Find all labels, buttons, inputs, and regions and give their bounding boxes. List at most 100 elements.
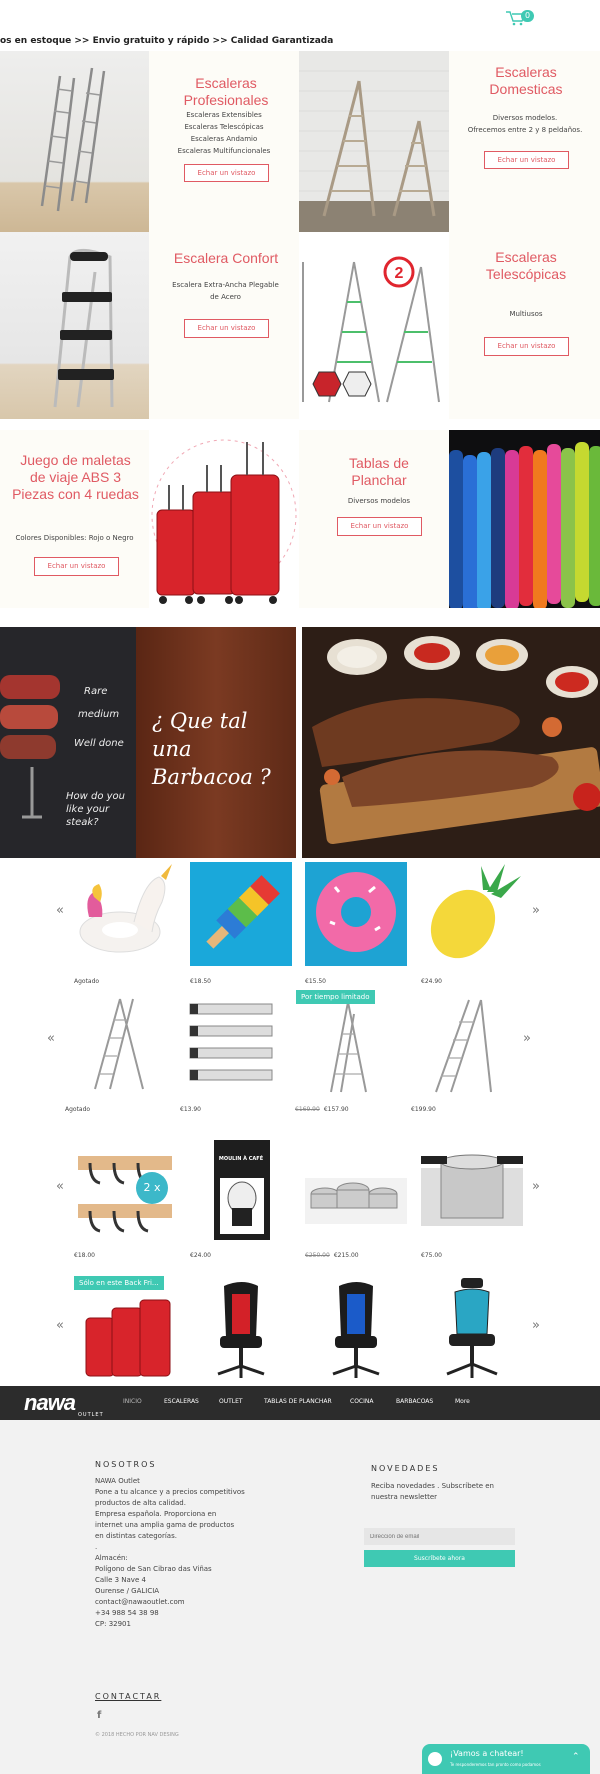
ironing-boards-image [449,430,600,608]
contactar-link[interactable]: CONTACTAR [95,1692,161,1701]
domesticas-button[interactable]: Echar un vistazo [484,151,569,169]
cookware-set-image[interactable] [305,1138,407,1242]
slider3-prev-arrow[interactable]: « [56,1179,64,1194]
page: { "header":{"cart_count":"0","marquee":"… [0,0,600,1774]
subscribe-button[interactable]: Suscríbete ahora [364,1550,515,1567]
nav-inicio[interactable]: INICIO [123,1398,142,1405]
slider2-prev-arrow[interactable]: « [47,1031,55,1046]
telescopicas-button[interactable]: Echar un vistazo [484,337,569,356]
chat-widget[interactable]: ¡Vamos a chatear! Te responderemos tan p… [422,1744,590,1774]
telescopic-ladder-product-image[interactable] [411,994,513,1098]
card-domesticas-title: Escaleras Domesticas [489,64,563,97]
nav-outlet[interactable]: OUTLET [219,1398,243,1405]
coffee-grinder-image[interactable] [190,1138,292,1242]
grilled-meat-image [302,627,600,858]
maletas-button[interactable]: Echar un vistazo [34,557,119,576]
price-label: €199.90 [411,1106,436,1113]
card-profesionales-line: Escaleras Telescópicas [184,123,264,131]
slider2-next-arrow[interactable]: » [523,1031,531,1046]
nosotros-line: Calle 3 Nave 4 [95,1576,146,1584]
copyright: © 2018 HECHO POR NAV DESING [95,1732,179,1738]
pressure-cooker-image[interactable] [421,1138,523,1242]
ladder-parts-image[interactable] [180,994,282,1098]
nosotros-line: en distintas categorías. [95,1532,177,1540]
extension-ladder-image[interactable] [65,994,167,1098]
slider1-next-arrow[interactable]: » [532,903,540,918]
black-friday-badge: Sólo en este Back Fri... [74,1276,164,1290]
popsicle-float-image[interactable] [190,862,292,966]
telescopic-ladder-image: 2 [299,232,449,419]
card-domesticas-line: Ofrecemos entre 2 y 8 peldaños. [467,126,583,134]
nosotros-line: CP: 32901 [95,1620,131,1628]
novedades-heading: NOVEDADES [371,1464,440,1473]
current-price: €157.90 [323,1106,349,1113]
chat-title: ¡Vamos a chatear! [450,1749,524,1758]
card-profesionales-line: Escaleras Extensibles [186,111,262,119]
current-price: €215.00 [333,1252,359,1259]
price-label: €15.50 [305,978,326,985]
novedades-text: nuestra newsletter [371,1493,438,1501]
slider4-next-arrow[interactable]: » [532,1318,540,1333]
profesionales-button[interactable]: Echar un vistazo [184,164,269,182]
steak-label: Well done [74,738,124,749]
novedades-text: Reciba novedades . Subscríbete en [371,1482,494,1490]
card-maletas-title: Juego de maletas de viaje ABS 3 Piezas c… [12,452,139,502]
steak-label: Rare [84,686,108,697]
slider4-prev-arrow[interactable]: « [56,1318,64,1333]
chat-subtitle: Te responderemos tan pronto como podamos [450,1762,541,1767]
gaming-chair-blue-image[interactable] [305,1278,407,1382]
coffee-box-label: MOULIN À CAFÉ [218,1156,264,1162]
slider1-prev-arrow[interactable]: « [56,903,64,918]
shipping-marquee: os en estoque >> Envio gratuito y rápido… [0,36,334,46]
card-confort-line: Escalera Extra-Ancha Plegable de Acero [172,281,279,301]
nosotros-line[interactable]: contact@nawaoutlet.com [95,1597,185,1608]
nosotros-line: Pone a tu alcance y a precios competitiv… [95,1488,245,1496]
old-price: €169.90 [295,1106,320,1113]
nosotros-line: productos de alta calidad. [95,1499,186,1507]
barbacoa-headline: ¿ Que tal una Barbacoa ? [152,709,271,789]
nav-more[interactable]: More [455,1398,470,1405]
unicorn-float-image[interactable] [74,862,176,966]
nav-barbacoas[interactable]: BARBACOAS [396,1398,433,1405]
nav-cocina[interactable]: COCINA [350,1398,373,1405]
chat-expand-icon[interactable]: ⌃ [572,1752,580,1762]
card-confort-title: Escalera Confort [173,250,279,266]
office-chair-teal-image[interactable] [421,1278,523,1382]
newsletter-email-input[interactable] [364,1528,515,1545]
card-planchar-line: Diversos modelos [347,497,411,505]
steak-label: medium [78,709,120,720]
price-label: €18.00 [74,1252,95,1259]
price-label: €13.90 [180,1106,201,1113]
nawa-logo[interactable]: nawa [24,1390,76,1416]
steak-question: How do you like your steak? [66,791,126,828]
card-profesionales-line: Escaleras Andamio [190,135,258,143]
planchar-button[interactable]: Echar un vistazo [337,517,422,536]
nosotros-line: Almacén: [95,1554,128,1562]
nawa-logo-sub: OUTLET [78,1412,104,1418]
nosotros-line: Ourense / GALICIA [95,1587,160,1595]
pineapple-float-image[interactable] [421,862,523,966]
luggage-product-image[interactable] [74,1278,176,1382]
main-navigation: nawa OUTLET INICIO ESCALERAS OUTLET TABL… [0,1386,600,1420]
nosotros-line: Polígono de San Cibrao das Viñas [95,1565,212,1573]
cart-count-badge: 0 [521,10,534,22]
luggage-set-image [149,430,299,608]
price-label: €75.00 [421,1252,442,1259]
gaming-chair-red-image[interactable] [190,1278,292,1382]
nav-escaleras[interactable]: ESCALERAS [164,1398,199,1405]
price-label: €24.00 [190,1252,211,1259]
aluminium-ladder-image[interactable] [296,994,398,1098]
slider3-next-arrow[interactable]: » [532,1179,540,1194]
confort-ladder-image [0,232,149,419]
card-profesionales-line: Escaleras Multifuncionales [177,147,271,155]
nosotros-line: . [95,1543,98,1551]
nosotros-line: Empresa española. Proporciona en [95,1510,217,1518]
confort-button[interactable]: Echar un vistazo [184,319,269,338]
donut-float-image[interactable] [305,862,407,966]
nosotros-line: internet una amplia gama de productos [95,1521,235,1529]
svg-text:2: 2 [395,265,404,282]
nav-tablas-de-planchar[interactable]: TABLAS DE PLANCHAR [264,1398,332,1405]
limited-time-badge: Por tiempo limitado [296,990,375,1004]
facebook-icon[interactable]: f [97,1710,101,1721]
price-label: €24.90 [421,978,442,985]
